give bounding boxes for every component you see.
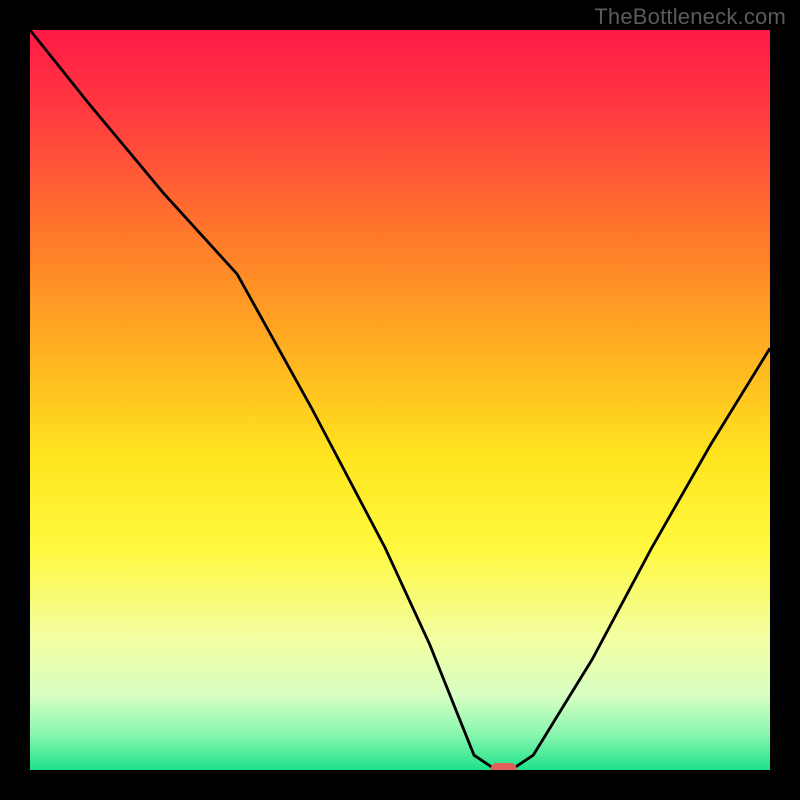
gradient-background <box>30 30 770 770</box>
chart-svg <box>30 30 770 770</box>
plot-area <box>30 30 770 770</box>
chart-frame: TheBottleneck.com <box>0 0 800 800</box>
watermark-text: TheBottleneck.com <box>594 4 786 30</box>
optimal-marker <box>491 763 517 770</box>
